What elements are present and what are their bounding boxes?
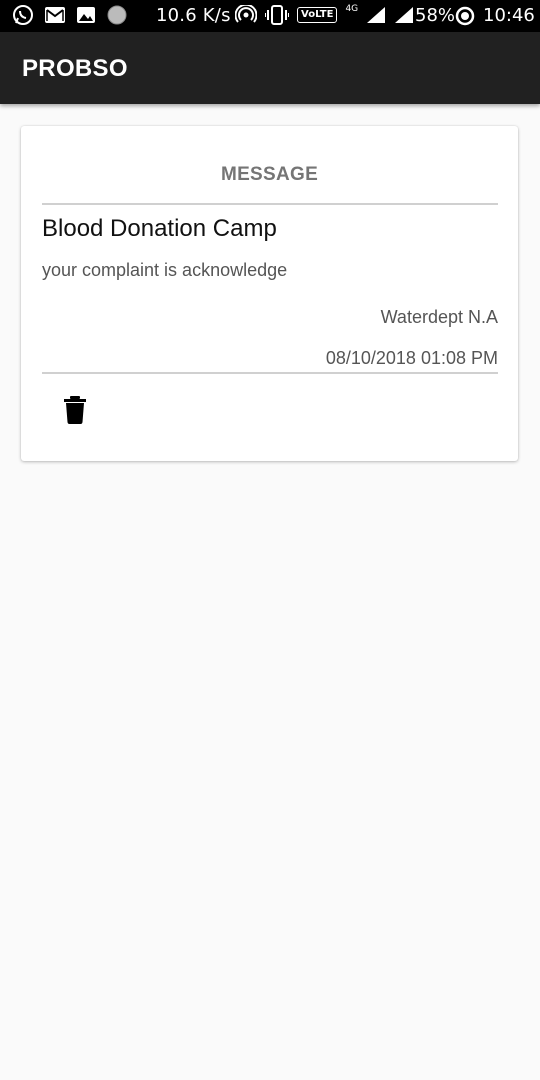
message-datetime: 08/10/2018 01:08 PM	[325, 348, 498, 368]
status-bar: 10.6 K/s VoLTE 4G 58% 10:46	[0, 0, 540, 32]
signal-icon	[366, 6, 386, 24]
volte-badge: VoLTE	[297, 7, 338, 23]
network-speed: 10.6 K/s	[156, 5, 231, 26]
clock: 10:46	[483, 5, 535, 26]
hotspot-icon	[235, 5, 257, 25]
network-type: 4G	[345, 4, 359, 14]
delete-button[interactable]	[61, 393, 89, 425]
whatsapp-icon	[12, 4, 34, 26]
message-title: Blood Donation Camp	[42, 215, 277, 242]
trash-icon	[61, 396, 89, 429]
card-header: MESSAGE	[220, 164, 319, 185]
message-body: your complaint is acknowledge	[42, 260, 288, 280]
message-card: MESSAGE Blood Donation Camp your complai…	[21, 126, 518, 461]
circle-icon	[106, 4, 128, 26]
gallery-icon	[76, 6, 96, 24]
vibrate-icon	[265, 5, 289, 25]
divider	[42, 372, 498, 374]
divider	[42, 203, 498, 205]
battery-icon	[455, 6, 475, 26]
app-bar: PROBSO	[0, 32, 540, 104]
message-sender: Waterdept N.A	[380, 307, 498, 327]
gmail-icon	[44, 6, 66, 24]
app-title: PROBSO	[22, 55, 128, 82]
signal-icon	[394, 6, 414, 24]
battery-percent: 58%	[415, 5, 456, 26]
